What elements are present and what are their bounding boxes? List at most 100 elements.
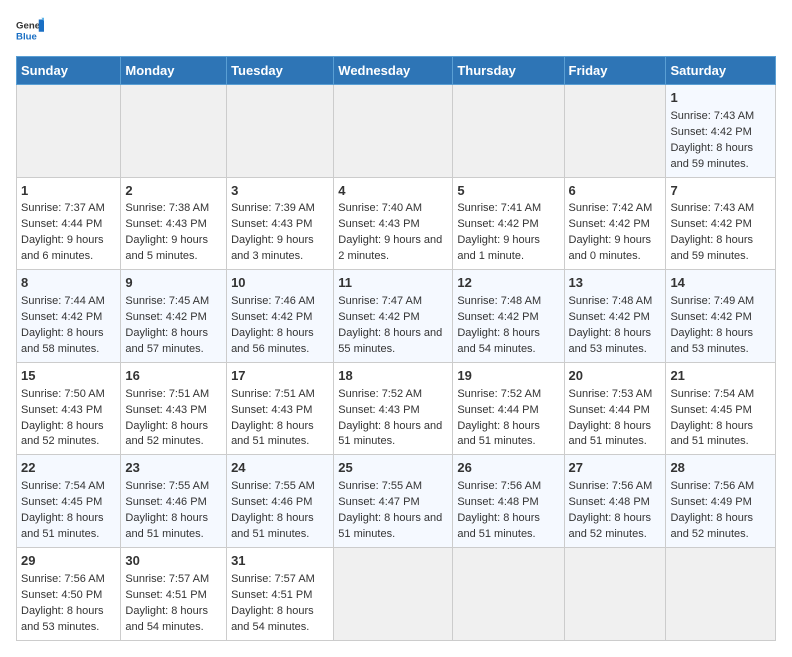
day-number: 2 [125, 182, 222, 201]
cell-info: Sunset: 4:43 PM [338, 217, 448, 233]
cell-info: Sunset: 4:43 PM [21, 403, 116, 419]
cell-info: Sunset: 4:43 PM [231, 403, 329, 419]
calendar-cell: 19Sunrise: 7:52 AMSunset: 4:44 PMDayligh… [453, 362, 564, 455]
cell-info: Sunrise: 7:51 AM [125, 387, 222, 403]
cell-info: Daylight: 8 hours and 57 minutes. [125, 326, 222, 358]
cell-info: Sunset: 4:51 PM [231, 588, 329, 604]
svg-text:Blue: Blue [16, 32, 37, 43]
cell-info: Sunset: 4:47 PM [338, 495, 448, 511]
day-number: 19 [457, 367, 559, 386]
cell-info: Sunrise: 7:54 AM [21, 479, 116, 495]
calendar-cell [564, 547, 666, 640]
cell-info: Daylight: 8 hours and 58 minutes. [21, 326, 116, 358]
day-number: 5 [457, 182, 559, 201]
calendar-header-row: SundayMondayTuesdayWednesdayThursdayFrid… [17, 57, 776, 85]
cell-info: Daylight: 9 hours and 6 minutes. [21, 233, 116, 265]
cell-info: Sunrise: 7:49 AM [670, 294, 771, 310]
calendar-cell [453, 547, 564, 640]
day-number: 7 [670, 182, 771, 201]
day-number: 29 [21, 552, 116, 571]
day-number: 20 [569, 367, 662, 386]
calendar-cell: 13Sunrise: 7:48 AMSunset: 4:42 PMDayligh… [564, 270, 666, 363]
calendar-cell [334, 547, 453, 640]
calendar-week-row: 22Sunrise: 7:54 AMSunset: 4:45 PMDayligh… [17, 455, 776, 548]
calendar-cell: 1Sunrise: 7:43 AMSunset: 4:42 PMDaylight… [666, 85, 776, 178]
cell-info: Daylight: 8 hours and 52 minutes. [125, 419, 222, 451]
day-number: 9 [125, 274, 222, 293]
cell-info: Sunrise: 7:57 AM [231, 572, 329, 588]
calendar-cell [121, 85, 227, 178]
col-header-sunday: Sunday [17, 57, 121, 85]
col-header-thursday: Thursday [453, 57, 564, 85]
cell-info: Daylight: 8 hours and 52 minutes. [21, 419, 116, 451]
cell-info: Sunrise: 7:55 AM [338, 479, 448, 495]
cell-info: Sunrise: 7:53 AM [569, 387, 662, 403]
calendar-cell: 27Sunrise: 7:56 AMSunset: 4:48 PMDayligh… [564, 455, 666, 548]
day-number: 13 [569, 274, 662, 293]
calendar-cell [334, 85, 453, 178]
cell-info: Daylight: 8 hours and 51 minutes. [231, 511, 329, 543]
cell-info: Sunset: 4:42 PM [21, 310, 116, 326]
cell-info: Sunrise: 7:56 AM [21, 572, 116, 588]
day-number: 12 [457, 274, 559, 293]
day-number: 8 [21, 274, 116, 293]
cell-info: Sunrise: 7:48 AM [569, 294, 662, 310]
calendar-cell: 21Sunrise: 7:54 AMSunset: 4:45 PMDayligh… [666, 362, 776, 455]
cell-info: Sunrise: 7:47 AM [338, 294, 448, 310]
day-number: 24 [231, 459, 329, 478]
cell-info: Sunrise: 7:50 AM [21, 387, 116, 403]
cell-info: Sunrise: 7:55 AM [231, 479, 329, 495]
col-header-saturday: Saturday [666, 57, 776, 85]
calendar-week-row: 29Sunrise: 7:56 AMSunset: 4:50 PMDayligh… [17, 547, 776, 640]
calendar-cell: 16Sunrise: 7:51 AMSunset: 4:43 PMDayligh… [121, 362, 227, 455]
cell-info: Daylight: 8 hours and 54 minutes. [125, 604, 222, 636]
cell-info: Daylight: 9 hours and 5 minutes. [125, 233, 222, 265]
calendar-cell [666, 547, 776, 640]
cell-info: Daylight: 8 hours and 53 minutes. [670, 326, 771, 358]
cell-info: Sunrise: 7:43 AM [670, 201, 771, 217]
day-number: 28 [670, 459, 771, 478]
cell-info: Daylight: 8 hours and 51 minutes. [457, 419, 559, 451]
calendar-cell: 6Sunrise: 7:42 AMSunset: 4:42 PMDaylight… [564, 177, 666, 270]
cell-info: Sunset: 4:45 PM [21, 495, 116, 511]
calendar-cell: 17Sunrise: 7:51 AMSunset: 4:43 PMDayligh… [227, 362, 334, 455]
calendar-week-row: 1Sunrise: 7:37 AMSunset: 4:44 PMDaylight… [17, 177, 776, 270]
cell-info: Sunset: 4:43 PM [231, 217, 329, 233]
cell-info: Sunset: 4:48 PM [569, 495, 662, 511]
cell-info: Sunrise: 7:52 AM [457, 387, 559, 403]
calendar-cell: 31Sunrise: 7:57 AMSunset: 4:51 PMDayligh… [227, 547, 334, 640]
calendar-cell: 9Sunrise: 7:45 AMSunset: 4:42 PMDaylight… [121, 270, 227, 363]
cell-info: Sunrise: 7:39 AM [231, 201, 329, 217]
cell-info: Sunset: 4:49 PM [670, 495, 771, 511]
cell-info: Daylight: 8 hours and 59 minutes. [670, 141, 771, 173]
calendar-week-row: 8Sunrise: 7:44 AMSunset: 4:42 PMDaylight… [17, 270, 776, 363]
day-number: 15 [21, 367, 116, 386]
calendar-cell: 29Sunrise: 7:56 AMSunset: 4:50 PMDayligh… [17, 547, 121, 640]
day-number: 3 [231, 182, 329, 201]
cell-info: Sunset: 4:44 PM [569, 403, 662, 419]
calendar-cell: 14Sunrise: 7:49 AMSunset: 4:42 PMDayligh… [666, 270, 776, 363]
calendar-cell: 8Sunrise: 7:44 AMSunset: 4:42 PMDaylight… [17, 270, 121, 363]
cell-info: Sunset: 4:44 PM [21, 217, 116, 233]
cell-info: Sunrise: 7:44 AM [21, 294, 116, 310]
logo: General Blue [16, 16, 48, 44]
calendar-cell [564, 85, 666, 178]
calendar-cell: 5Sunrise: 7:41 AMSunset: 4:42 PMDaylight… [453, 177, 564, 270]
calendar-cell: 1Sunrise: 7:37 AMSunset: 4:44 PMDaylight… [17, 177, 121, 270]
cell-info: Daylight: 8 hours and 51 minutes. [338, 511, 448, 543]
col-header-wednesday: Wednesday [334, 57, 453, 85]
cell-info: Daylight: 9 hours and 1 minute. [457, 233, 559, 265]
day-number: 10 [231, 274, 329, 293]
cell-info: Sunrise: 7:57 AM [125, 572, 222, 588]
cell-info: Sunrise: 7:38 AM [125, 201, 222, 217]
cell-info: Sunrise: 7:54 AM [670, 387, 771, 403]
cell-info: Sunrise: 7:40 AM [338, 201, 448, 217]
cell-info: Daylight: 9 hours and 3 minutes. [231, 233, 329, 265]
cell-info: Sunset: 4:48 PM [457, 495, 559, 511]
day-number: 1 [670, 89, 771, 108]
cell-info: Daylight: 8 hours and 52 minutes. [569, 511, 662, 543]
cell-info: Daylight: 8 hours and 51 minutes. [569, 419, 662, 451]
day-number: 31 [231, 552, 329, 571]
day-number: 21 [670, 367, 771, 386]
cell-info: Sunset: 4:42 PM [125, 310, 222, 326]
